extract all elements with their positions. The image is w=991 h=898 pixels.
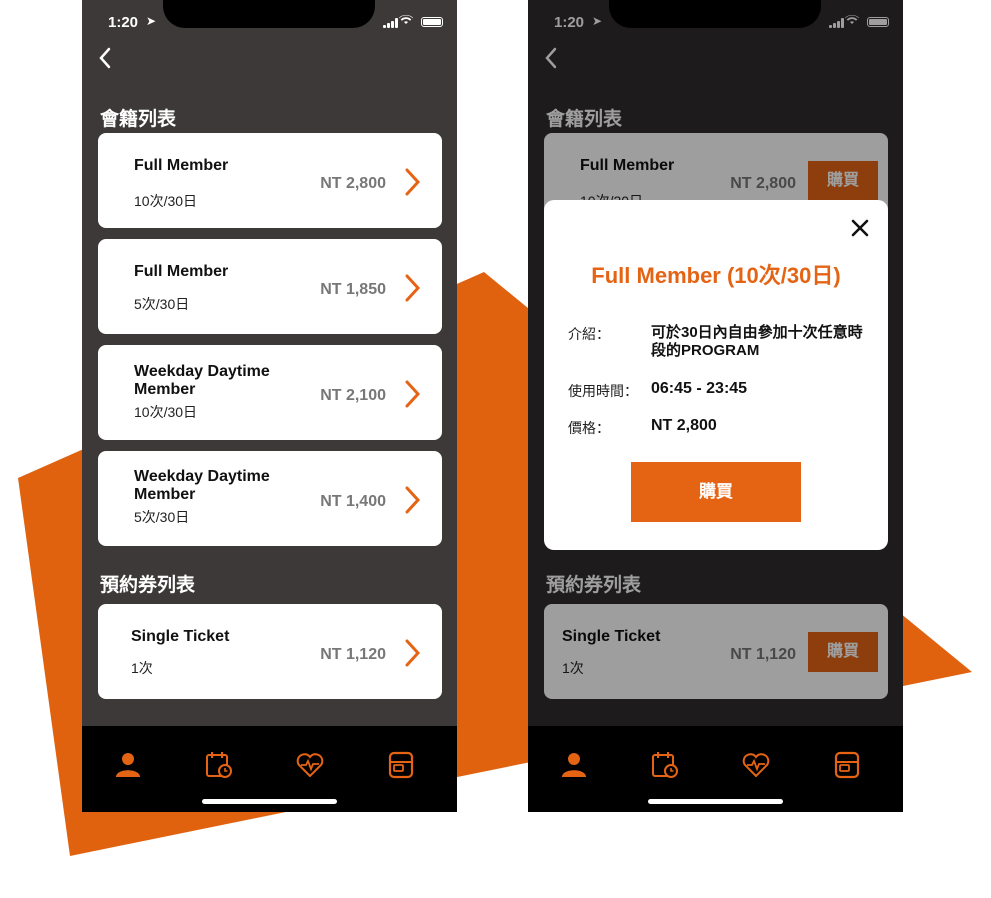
notch (163, 0, 375, 28)
intro-label: 介紹： (568, 326, 610, 342)
calendar-clock-icon[interactable] (650, 750, 680, 780)
ticket-usage: 1次 (131, 660, 153, 676)
chevron-right-icon[interactable] (402, 638, 422, 668)
membership-price: NT 1,400 (320, 493, 386, 510)
phone-membership-detail: 1:20 ➤ 會籍列表 Full Member 10次/30日 NT 2,800… (528, 0, 903, 812)
membership-usage: 5次/30日 (134, 509, 190, 525)
membership-card[interactable]: Full Member 5次/30日 NT 1,850 (98, 239, 442, 334)
location-icon: ➤ (146, 14, 157, 28)
ticket-card[interactable]: Single Ticket 1次 NT 1,120 (98, 604, 442, 699)
status-bar: 1:20 ➤ (82, 0, 457, 44)
membership-detail-modal: Full Member (10次/30日) 介紹： 可於30日內自由參加十次任意… (544, 200, 888, 550)
close-icon[interactable] (850, 218, 870, 238)
membership-name: Full Member (134, 157, 229, 174)
membership-name: Weekday Daytime Member (134, 363, 270, 398)
locker-icon[interactable] (386, 750, 416, 780)
membership-card[interactable]: Weekday Daytime Member 10次/30日 NT 2,100 (98, 345, 442, 440)
membership-name: Weekday Daytime Member (134, 468, 270, 503)
phone-membership-list: 1:20 ➤ 會籍列表 Full Member 10次/30日 NT 2,800… (82, 0, 457, 812)
intro-value: 可於30日內自由參加十次任意時段的PROGRAM (651, 324, 863, 359)
section-title-membership: 會籍列表 (100, 109, 177, 130)
wifi-icon (399, 14, 413, 28)
status-time: 1:20 (108, 14, 139, 31)
back-chevron-icon[interactable] (98, 46, 122, 76)
price-value: NT 2,800 (651, 417, 717, 434)
heart-pulse-icon[interactable] (741, 750, 771, 780)
membership-price: NT 1,850 (320, 281, 386, 298)
chevron-right-icon[interactable] (402, 273, 422, 303)
section-title-tickets: 預約券列表 (100, 575, 196, 596)
home-indicator[interactable] (648, 799, 783, 804)
membership-price: NT 2,100 (320, 387, 386, 404)
modal-title: Full Member (10次/30日) (591, 263, 841, 288)
chevron-right-icon[interactable] (402, 167, 422, 197)
membership-price: NT 2,800 (320, 175, 386, 192)
person-icon[interactable] (113, 750, 143, 780)
membership-card[interactable]: Full Member 10次/30日 NT 2,800 (98, 133, 442, 228)
hours-label: 使用時間： (568, 383, 638, 399)
ticket-name: Single Ticket (131, 628, 230, 645)
battery-icon (421, 17, 443, 27)
price-label: 價格： (568, 420, 610, 436)
person-icon[interactable] (559, 750, 589, 780)
signal-icon (383, 18, 399, 28)
home-indicator[interactable] (202, 799, 337, 804)
calendar-clock-icon[interactable] (204, 750, 234, 780)
membership-usage: 5次/30日 (134, 296, 190, 312)
membership-usage: 10次/30日 (134, 404, 198, 420)
locker-icon[interactable] (832, 750, 862, 780)
chevron-right-icon[interactable] (402, 485, 422, 515)
modal-buy-button[interactable]: 購買 (631, 462, 801, 522)
membership-card[interactable]: Weekday Daytime Member 5次/30日 NT 1,400 (98, 451, 442, 546)
membership-name: Full Member (134, 263, 229, 280)
hours-value: 06:45 - 23:45 (651, 380, 748, 397)
ticket-price: NT 1,120 (320, 646, 386, 663)
membership-usage: 10次/30日 (134, 193, 198, 209)
chevron-right-icon[interactable] (402, 379, 422, 409)
heart-pulse-icon[interactable] (295, 750, 325, 780)
